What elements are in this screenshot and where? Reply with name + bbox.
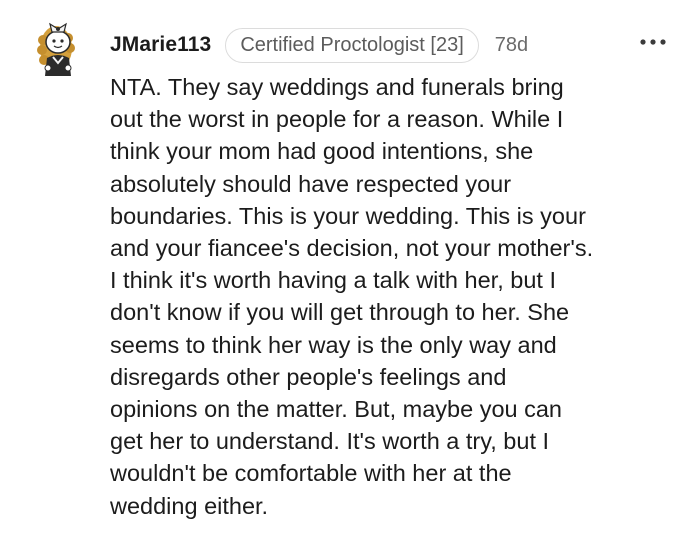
comment-timestamp[interactable]: 78d (495, 34, 528, 57)
snoo-avatar-icon (37, 22, 75, 76)
user-flair: Certified Proctologist [23] (225, 27, 479, 63)
comment-header: JMarie113 Certified Proctologist [23] 78… (110, 26, 528, 64)
user-avatar[interactable] (34, 14, 84, 80)
author-username[interactable]: JMarie113 (110, 33, 211, 57)
more-horizontal-icon (640, 39, 666, 45)
more-options-button[interactable] (636, 32, 670, 56)
comment: JMarie113 Certified Proctologist [23] 78… (0, 0, 700, 542)
comment-body: NTA. They say weddings and funerals brin… (110, 74, 594, 519)
